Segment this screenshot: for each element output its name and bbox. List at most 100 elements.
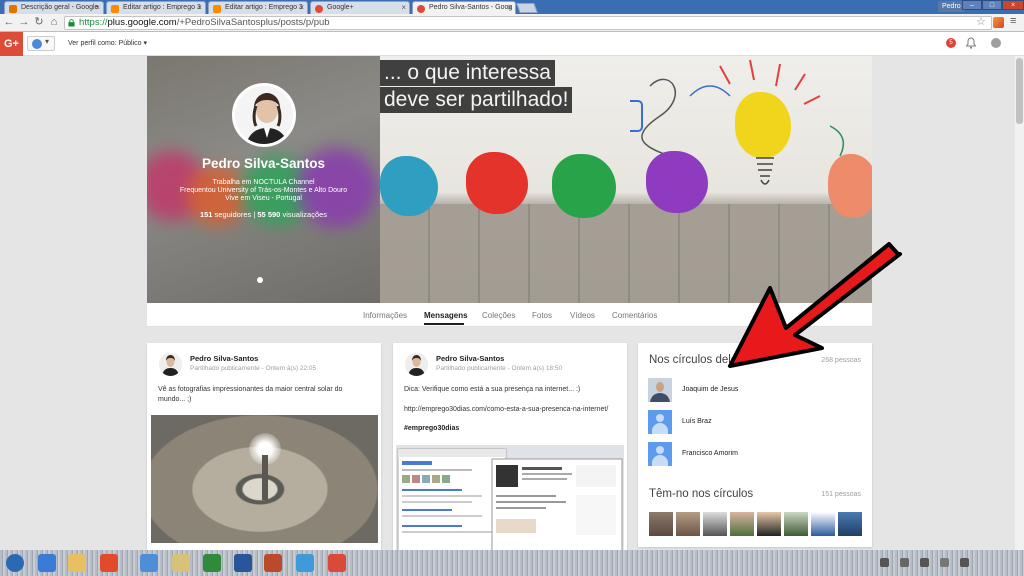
maximize-button[interactable]: □ bbox=[982, 0, 1002, 10]
window-close-button[interactable]: × bbox=[1002, 0, 1024, 10]
address-bar[interactable]: https://plus.google.com/+PedroSilvaSanto… bbox=[64, 16, 992, 30]
person-avatar[interactable] bbox=[648, 378, 672, 402]
bookmark-star-icon[interactable]: ☆ bbox=[976, 15, 986, 28]
reload-icon[interactable]: ↻ bbox=[33, 16, 45, 29]
blogger-icon bbox=[111, 5, 119, 13]
powerpoint-icon[interactable] bbox=[264, 554, 282, 572]
cover-paper-ball-orange bbox=[828, 154, 872, 218]
follower-avatar[interactable] bbox=[676, 512, 700, 536]
followers-label: seguidores bbox=[214, 210, 252, 219]
circle-person[interactable]: Luís Braz bbox=[648, 410, 868, 436]
follower-avatar[interactable] bbox=[838, 512, 862, 536]
scrollbar-thumb[interactable] bbox=[1016, 58, 1023, 124]
home-icon[interactable]: ⌂ bbox=[48, 16, 60, 29]
minimize-button[interactable]: – bbox=[962, 0, 982, 10]
tray-icon[interactable] bbox=[940, 558, 949, 567]
app-icon[interactable] bbox=[172, 554, 190, 572]
tab-mensagens[interactable]: Mensagens bbox=[424, 311, 468, 320]
close-icon[interactable]: × bbox=[299, 3, 304, 12]
browser-tab[interactable]: Editar artigo : Emprego 3 × bbox=[106, 1, 206, 14]
browser-menu-icon[interactable]: ≡ bbox=[1010, 15, 1016, 27]
profile-avatar[interactable] bbox=[232, 83, 296, 147]
cover-lightbulb bbox=[735, 92, 791, 158]
tab-colecoes[interactable]: Coleções bbox=[482, 311, 515, 320]
start-button-icon[interactable] bbox=[6, 554, 24, 572]
forward-arrow-icon[interactable]: → bbox=[18, 16, 30, 29]
follower-avatar[interactable] bbox=[703, 512, 727, 536]
excel-icon[interactable] bbox=[203, 554, 221, 572]
browser-tab[interactable]: Descrição geral - Google × bbox=[4, 1, 104, 14]
page-scrollbar[interactable] bbox=[1015, 56, 1024, 550]
chrome-icon[interactable] bbox=[328, 554, 346, 572]
views-count: 55 590 bbox=[257, 210, 281, 219]
person-name[interactable]: Luís Braz bbox=[682, 418, 712, 425]
active-tab-indicator bbox=[424, 323, 464, 325]
default-avatar-icon[interactable] bbox=[648, 410, 672, 434]
media-player-icon[interactable] bbox=[100, 554, 118, 572]
post-image-screenshot[interactable] bbox=[396, 445, 624, 550]
browser-tab-active[interactable]: Pedro Silva-Santos - Goog × bbox=[412, 1, 516, 14]
gplus-logo[interactable]: G+ bbox=[0, 32, 23, 56]
lightbulb-base-icon bbox=[756, 157, 774, 185]
close-icon[interactable]: × bbox=[507, 3, 512, 12]
tab-videos[interactable]: Vídeos bbox=[570, 311, 595, 320]
extension-icon[interactable] bbox=[993, 17, 1004, 28]
close-icon[interactable]: × bbox=[95, 3, 100, 12]
post-card[interactable]: Pedro Silva-Santos Partilhado publicamen… bbox=[147, 343, 381, 550]
person-name[interactable]: Francisco Amorim bbox=[682, 450, 738, 457]
tab-fotos[interactable]: Fotos bbox=[532, 311, 552, 320]
url-host: plus.google.com bbox=[107, 17, 177, 28]
have-him-in-circles-count[interactable]: 151 pessoas bbox=[821, 491, 861, 498]
bell-icon[interactable] bbox=[966, 37, 976, 49]
ie-icon[interactable] bbox=[38, 554, 56, 572]
volume-icon[interactable] bbox=[920, 558, 929, 567]
follower-avatar[interactable] bbox=[784, 512, 808, 536]
close-icon[interactable]: × bbox=[197, 3, 202, 12]
new-tab-button[interactable] bbox=[516, 3, 538, 13]
follower-avatar[interactable] bbox=[811, 512, 835, 536]
tab-informacoes[interactable]: Informações bbox=[363, 311, 407, 320]
tab-comentarios[interactable]: Comentários bbox=[612, 311, 657, 320]
have-him-in-circles-title[interactable]: Têm-no nos círculos bbox=[649, 488, 753, 500]
profile-name: Pedro Silva-Santos bbox=[201, 156, 326, 171]
skype-icon[interactable] bbox=[296, 554, 314, 572]
network-icon[interactable] bbox=[900, 558, 909, 567]
circle-person[interactable]: Francisco Amorim bbox=[648, 442, 868, 468]
post-image-solar-plant[interactable] bbox=[151, 415, 378, 543]
browser-toolbar: ← → ↻ ⌂ https://plus.google.com/+PedroSi… bbox=[0, 14, 1024, 32]
view-profile-as-dropdown[interactable]: Ver perfil como: Público ▾ bbox=[68, 39, 147, 47]
close-icon[interactable]: × bbox=[401, 3, 406, 12]
cover-paper-ball-red bbox=[466, 152, 528, 214]
default-avatar-icon[interactable] bbox=[648, 442, 672, 466]
account-switcher-button[interactable]: ▾ bbox=[27, 36, 55, 51]
gplus-icon bbox=[417, 5, 425, 13]
circle-person[interactable]: Joaquim de Jesus bbox=[648, 378, 868, 404]
clock-area[interactable] bbox=[960, 558, 969, 567]
follower-avatar[interactable] bbox=[730, 512, 754, 536]
outlook-icon[interactable] bbox=[140, 554, 158, 572]
post-text-line: Dica: Verifique como está a sua presença… bbox=[404, 386, 581, 393]
post-author-name[interactable]: Pedro Silva-Santos bbox=[436, 354, 504, 363]
post-author-avatar[interactable] bbox=[159, 353, 182, 376]
word-icon[interactable] bbox=[234, 554, 252, 572]
post-hashtag[interactable]: #emprego30dias bbox=[404, 424, 459, 434]
post-card[interactable]: Pedro Silva-Santos Partilhado publicamen… bbox=[393, 343, 627, 550]
cover-pager-dot[interactable] bbox=[257, 277, 263, 283]
post-author-avatar[interactable] bbox=[405, 353, 428, 376]
person-name[interactable]: Joaquim de Jesus bbox=[682, 386, 738, 393]
browser-tab[interactable]: Google+ × bbox=[310, 1, 410, 14]
post-link[interactable]: http://emprego30dias.com/como-esta-a-sua… bbox=[404, 405, 608, 415]
follower-avatar[interactable] bbox=[649, 512, 673, 536]
post-author-name[interactable]: Pedro Silva-Santos bbox=[190, 354, 258, 363]
folder-icon[interactable] bbox=[68, 554, 86, 572]
browser-user-chip[interactable]: Pedro bbox=[938, 1, 965, 12]
browser-tab[interactable]: Editar artigo : Emprego 3 × bbox=[208, 1, 308, 14]
tray-icon[interactable] bbox=[880, 558, 889, 567]
solar-tower-decoration bbox=[262, 455, 268, 500]
back-arrow-icon[interactable]: ← bbox=[3, 16, 15, 29]
notification-count-badge[interactable]: 5 bbox=[946, 38, 956, 48]
follower-avatar[interactable] bbox=[757, 512, 781, 536]
cover-paper-ball-blue bbox=[380, 156, 438, 216]
hangouts-icon[interactable] bbox=[991, 38, 1001, 48]
chevron-down-icon: ▾ bbox=[45, 37, 50, 46]
